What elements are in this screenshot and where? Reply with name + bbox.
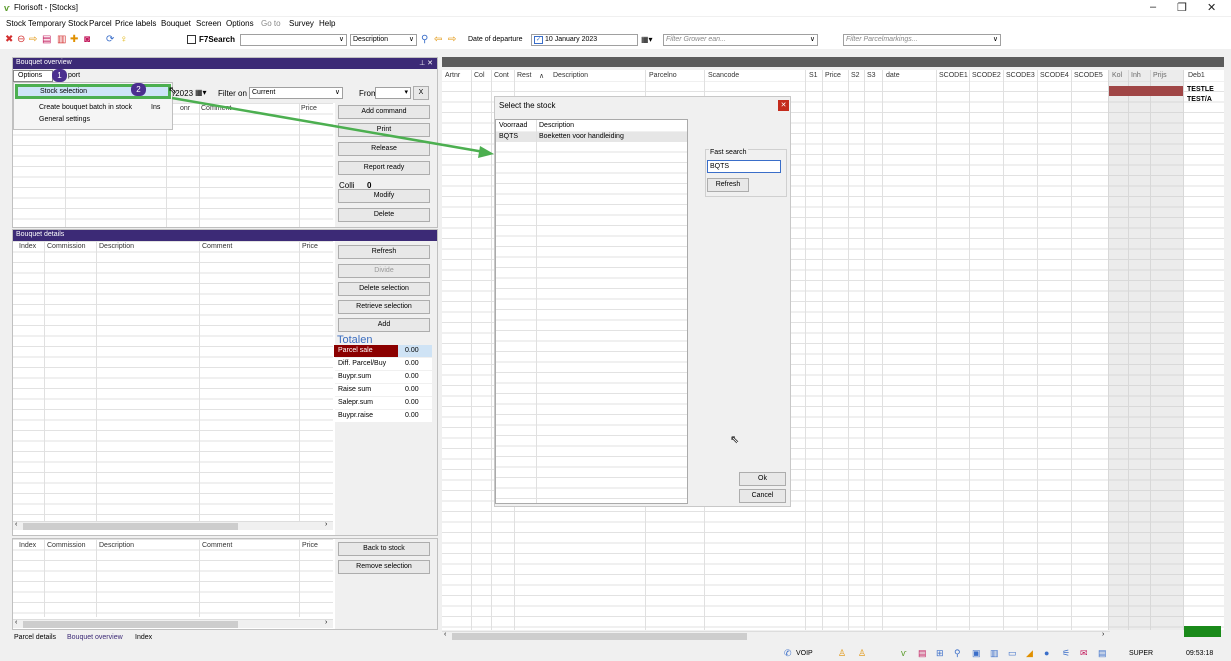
chart-icon[interactable]: ◢ bbox=[1026, 648, 1033, 659]
monitor-icon[interactable]: ▭ bbox=[1008, 648, 1017, 659]
barcode-icon[interactable]: ▥ bbox=[990, 648, 999, 659]
phone-icon[interactable]: ✆ bbox=[784, 648, 792, 659]
clock: 09:53:18 bbox=[1186, 650, 1214, 657]
chat-icon[interactable]: ● bbox=[1044, 648, 1049, 658]
annotation-arrow bbox=[171, 96, 494, 158]
users-icon[interactable]: ♙ bbox=[858, 648, 866, 659]
tree-icon[interactable]: ⚟ bbox=[1062, 648, 1070, 659]
mail-icon[interactable]: ✉ bbox=[1080, 648, 1088, 659]
voip-label[interactable]: VOIP bbox=[796, 650, 813, 657]
database-icon[interactable]: ▤ bbox=[1098, 648, 1107, 659]
scan-icon[interactable]: ▣ bbox=[972, 648, 981, 659]
report-icon[interactable]: ▤ bbox=[918, 648, 927, 659]
user-icon[interactable]: ♙ bbox=[838, 648, 846, 659]
search-status-icon[interactable]: ⚲ bbox=[954, 648, 961, 659]
florisoft-icon[interactable]: ѵ bbox=[901, 648, 907, 658]
status-bar: ✆ VOIP ♙ ♙ ѵ ▤ ⊞ ⚲ ▣ ▥ ▭ ◢ ● ⚟ ✉ ▤ SUPER… bbox=[0, 646, 1231, 661]
grid-icon[interactable]: ⊞ bbox=[936, 648, 944, 659]
user-name: SUPER bbox=[1129, 650, 1154, 657]
